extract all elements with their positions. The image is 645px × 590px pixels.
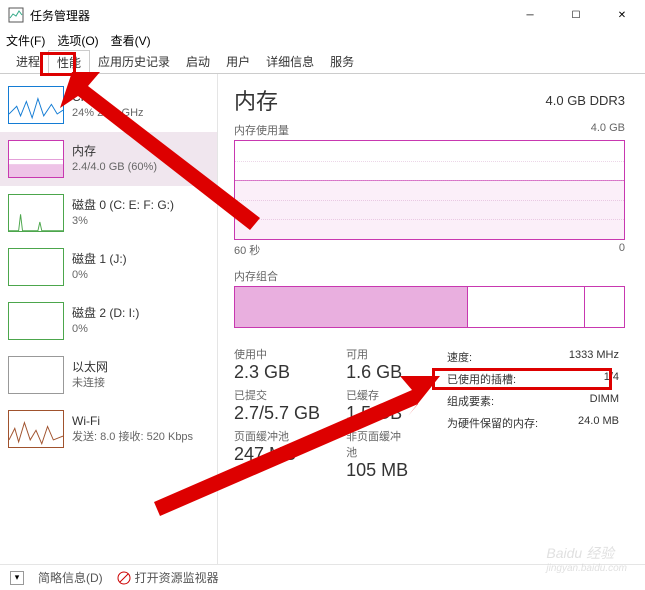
sidebar-item-disk2[interactable]: 磁盘 2 (D: I:)0% <box>0 294 217 348</box>
available-value: 1.6 GB <box>346 362 411 383</box>
in-use-value: 2.3 GB <box>234 362 320 383</box>
detail-title: 内存 <box>234 84 278 116</box>
content-area: CPU24% 2.60 GHz 内存2.4/4.0 GB (60%) 磁盘 0 … <box>0 74 645 564</box>
reserved-value: 24.0 MB <box>578 415 619 431</box>
form-label: 组成要素: <box>447 393 494 409</box>
disk2-name: 磁盘 2 (D: I:) <box>72 305 139 322</box>
paged-label: 页面缓冲池 <box>234 428 320 444</box>
composition-label: 内存组合 <box>234 268 278 284</box>
ethernet-name: 以太网 <box>72 359 108 376</box>
sidebar: CPU24% 2.60 GHz 内存2.4/4.0 GB (60%) 磁盘 0 … <box>0 74 218 564</box>
cached-value: 1.5 GB <box>346 403 411 424</box>
titlebar: 任务管理器 ─ ☐ ✕ <box>0 0 645 30</box>
cpu-sub: 24% 2.60 GHz <box>72 106 144 121</box>
memory-composition-chart <box>234 286 625 328</box>
usage-label: 内存使用量 <box>234 122 289 138</box>
resmon-icon <box>117 571 131 585</box>
menu-file[interactable]: 文件(F) <box>6 32 45 49</box>
committed-label: 已提交 <box>234 387 320 403</box>
tab-services[interactable]: 服务 <box>322 50 362 73</box>
reserved-label: 为硬件保留的内存: <box>447 415 538 431</box>
usage-max: 4.0 GB <box>591 122 625 138</box>
wifi-sub: 发送: 8.0 接收: 520 Kbps <box>72 430 193 445</box>
menu-view[interactable]: 查看(V) <box>111 32 151 49</box>
disk1-sub: 0% <box>72 268 127 283</box>
sidebar-item-ethernet[interactable]: 以太网未连接 <box>0 348 217 402</box>
memory-sub: 2.4/4.0 GB (60%) <box>72 160 157 175</box>
sidebar-item-memory[interactable]: 内存2.4/4.0 GB (60%) <box>0 132 217 186</box>
tab-details[interactable]: 详细信息 <box>258 50 322 73</box>
sidebar-item-cpu[interactable]: CPU24% 2.60 GHz <box>0 78 217 132</box>
disk0-thumb-icon <box>8 194 64 232</box>
sidebar-item-disk0[interactable]: 磁盘 0 (C: E: F: G:)3% <box>0 186 217 240</box>
axis-right: 0 <box>619 242 625 258</box>
cpu-thumb-icon <box>8 86 64 124</box>
wifi-name: Wi-Fi <box>72 413 193 430</box>
stats-right: 速度: 1333 MHz 已使用的插槽: 1/4 组成要素: DIMM 为硬件保留的内… <box>441 346 625 481</box>
stats-left: 使用中2.3 GB 可用1.6 GB 已提交2.7/5.7 GB 已缓存1.5 … <box>234 346 411 481</box>
nonpaged-value: 105 MB <box>346 460 411 481</box>
slots-value: 1/4 <box>604 371 619 387</box>
in-use-label: 使用中 <box>234 346 320 362</box>
memory-thumb-icon <box>8 140 64 178</box>
statusbar: ▾ 简略信息(D) 打开资源监视器 <box>0 564 645 590</box>
disk2-sub: 0% <box>72 322 139 337</box>
sidebar-item-disk1[interactable]: 磁盘 1 (J:)0% <box>0 240 217 294</box>
speed-value: 1333 MHz <box>569 349 619 365</box>
resmon-link[interactable]: 打开资源监视器 <box>117 569 219 586</box>
memory-name: 内存 <box>72 143 157 160</box>
cached-label: 已缓存 <box>346 387 411 403</box>
app-icon <box>8 7 24 23</box>
menubar: 文件(F) 选项(O) 查看(V) <box>0 30 645 50</box>
slots-label: 已使用的插槽: <box>447 371 516 387</box>
disk1-thumb-icon <box>8 248 64 286</box>
tab-users[interactable]: 用户 <box>218 50 258 73</box>
detail-pane: 内存 4.0 GB DDR3 内存使用量 4.0 GB 60 秒 0 内存组合 … <box>218 74 645 564</box>
minimize-button[interactable]: ─ <box>507 0 553 30</box>
fewer-details-link[interactable]: 简略信息(D) <box>38 569 103 586</box>
form-value: DIMM <box>590 393 619 409</box>
tab-performance[interactable]: 性能 <box>48 50 90 74</box>
tab-processes[interactable]: 进程 <box>8 50 48 73</box>
menu-options[interactable]: 选项(O) <box>57 32 98 49</box>
close-button[interactable]: ✕ <box>599 0 645 30</box>
paged-value: 247 MB <box>234 444 320 465</box>
tab-startup[interactable]: 启动 <box>178 50 218 73</box>
speed-label: 速度: <box>447 349 472 365</box>
committed-value: 2.7/5.7 GB <box>234 403 320 424</box>
nonpaged-label: 非页面缓冲池 <box>346 428 411 460</box>
window-title: 任务管理器 <box>30 7 90 24</box>
disk2-thumb-icon <box>8 302 64 340</box>
disk1-name: 磁盘 1 (J:) <box>72 251 127 268</box>
expand-icon[interactable]: ▾ <box>10 571 24 585</box>
window-controls: ─ ☐ ✕ <box>507 0 645 30</box>
detail-spec: 4.0 GB DDR3 <box>546 93 625 108</box>
memory-usage-chart <box>234 140 625 240</box>
tab-app-history[interactable]: 应用历史记录 <box>90 50 178 73</box>
ethernet-sub: 未连接 <box>72 376 108 391</box>
tab-bar: 进程 性能 应用历史记录 启动 用户 详细信息 服务 <box>0 50 645 74</box>
cpu-name: CPU <box>72 89 144 106</box>
maximize-button[interactable]: ☐ <box>553 0 599 30</box>
axis-left: 60 秒 <box>234 242 260 258</box>
disk0-sub: 3% <box>72 214 174 229</box>
disk0-name: 磁盘 0 (C: E: F: G:) <box>72 197 174 214</box>
sidebar-item-wifi[interactable]: Wi-Fi发送: 8.0 接收: 520 Kbps <box>0 402 217 456</box>
wifi-thumb-icon <box>8 410 64 448</box>
available-label: 可用 <box>346 346 411 362</box>
ethernet-thumb-icon <box>8 356 64 394</box>
